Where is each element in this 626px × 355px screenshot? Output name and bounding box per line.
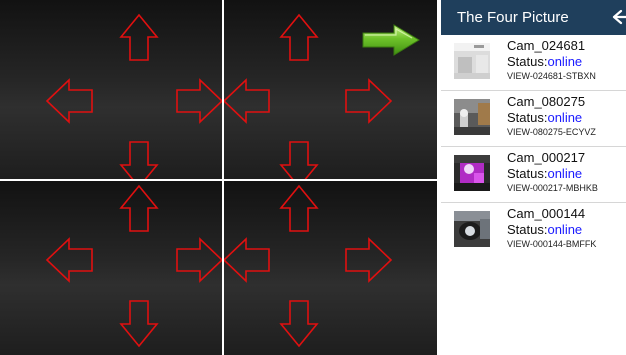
pan-right-icon[interactable] — [345, 78, 393, 124]
camera-list-item[interactable]: Cam_000144 Status:online VIEW-000144-BMF… — [441, 203, 626, 258]
status-value: online — [547, 222, 583, 237]
ptz-controls-3 — [45, 184, 222, 348]
status-label: Status: — [507, 54, 548, 69]
camera-name: Cam_080275 — [507, 94, 586, 109]
camera-view-id: VIEW-080275-ECYVZ — [507, 127, 596, 137]
pan-up-icon[interactable] — [279, 184, 319, 232]
camera-view-1[interactable] — [0, 0, 222, 179]
status-value: online — [547, 110, 583, 125]
camera-grid — [0, 0, 437, 355]
camera-list-item[interactable]: Cam_024681 Status:online VIEW-024681-STB… — [441, 35, 626, 91]
camera-thumbnail — [454, 99, 490, 135]
status-label: Status: — [507, 110, 548, 125]
camera-thumbnail — [454, 155, 490, 191]
camera-status: Status:online — [507, 54, 582, 70]
camera-status: Status:online — [507, 222, 582, 238]
camera-view-3[interactable] — [0, 181, 222, 355]
camera-view-id: VIEW-000144-BMFFK — [507, 239, 597, 249]
camera-thumbnail — [454, 211, 490, 247]
pan-left-icon[interactable] — [45, 78, 93, 124]
green-right-arrow-icon[interactable] — [360, 22, 422, 58]
app-root: The Four Picture Cam_024681 Status:onlin… — [0, 0, 626, 355]
status-value: online — [547, 166, 583, 181]
pan-left-icon[interactable] — [45, 237, 93, 283]
pan-up-icon[interactable] — [119, 184, 159, 232]
status-label: Status: — [507, 222, 548, 237]
camera-list-item[interactable]: Cam_080275 Status:online VIEW-080275-ECY… — [441, 91, 626, 147]
ptz-controls-1 — [45, 13, 222, 179]
camera-thumbnail — [454, 43, 490, 79]
pan-up-icon[interactable] — [119, 13, 159, 61]
status-label: Status: — [507, 166, 548, 181]
pan-left-icon[interactable] — [224, 78, 270, 124]
back-arrow-icon[interactable] — [612, 8, 626, 26]
camera-list-panel: The Four Picture Cam_024681 Status:onlin… — [441, 0, 626, 355]
camera-status: Status:online — [507, 110, 582, 126]
panel-header: The Four Picture — [441, 0, 626, 35]
pan-left-icon[interactable] — [224, 237, 270, 283]
pan-down-icon[interactable] — [119, 141, 159, 179]
pan-right-icon[interactable] — [176, 78, 222, 124]
status-value: online — [547, 54, 583, 69]
camera-name: Cam_024681 — [507, 38, 586, 53]
pan-right-icon[interactable] — [345, 237, 393, 283]
panel-title: The Four Picture — [457, 9, 569, 26]
camera-view-id: VIEW-000217-MBHKB — [507, 183, 598, 193]
camera-name: Cam_000144 — [507, 206, 586, 221]
camera-status: Status:online — [507, 166, 582, 182]
pan-right-icon[interactable] — [176, 237, 222, 283]
pan-down-icon[interactable] — [119, 300, 159, 348]
camera-view-id: VIEW-024681-STBXN — [507, 71, 596, 81]
camera-list-item[interactable]: Cam_000217 Status:online VIEW-000217-MBH… — [441, 147, 626, 203]
pan-down-icon[interactable] — [279, 300, 319, 348]
pan-up-icon[interactable] — [279, 13, 319, 61]
camera-view-4[interactable] — [224, 181, 437, 355]
camera-list: Cam_024681 Status:online VIEW-024681-STB… — [441, 35, 626, 258]
pan-down-icon[interactable] — [279, 141, 319, 179]
camera-name: Cam_000217 — [507, 150, 586, 165]
ptz-controls-4 — [224, 184, 393, 348]
